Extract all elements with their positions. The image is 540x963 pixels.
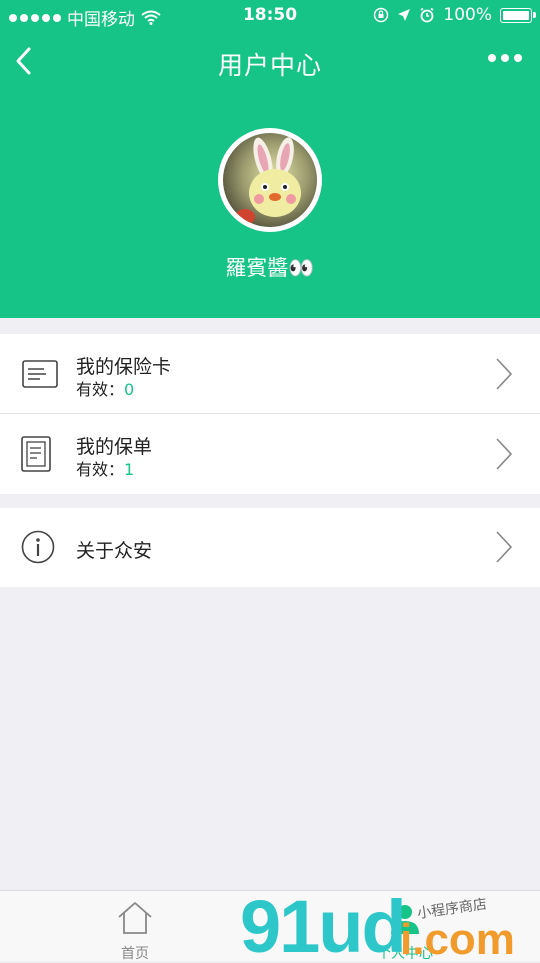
home-icon xyxy=(118,902,152,934)
chevron-right-icon xyxy=(496,531,513,563)
page-title: 用户中心 xyxy=(217,51,322,80)
rotation-lock-icon xyxy=(374,7,389,23)
menu-item-status: 有效：0 xyxy=(76,380,135,399)
list-item-about[interactable]: 关于众安 xyxy=(0,508,540,587)
more-icon[interactable] xyxy=(488,54,522,62)
battery-label: 100% xyxy=(443,5,492,25)
menu-item-title: 关于众安 xyxy=(76,540,153,562)
location-icon xyxy=(398,9,411,21)
menu-item-title: 我的保险卡 xyxy=(76,356,172,378)
status-right: 100% xyxy=(373,5,536,25)
menu-card: 我的保险卡 有效：0 我的保单 有效：1 xyxy=(0,334,540,494)
battery-icon xyxy=(500,7,536,23)
avatar-image xyxy=(223,133,317,227)
tab-profile[interactable]: 个人中心 xyxy=(270,891,540,962)
tab-bar: 首页 个人中心 xyxy=(0,890,540,962)
info-icon xyxy=(21,530,55,564)
tab-label: 首页 xyxy=(121,946,149,962)
list-item-insurance-card[interactable]: 我的保险卡 有效：0 xyxy=(0,334,540,414)
menu-item-title: 我的保单 xyxy=(76,436,153,458)
count-value: 0 xyxy=(124,380,135,399)
alarm-icon xyxy=(420,7,434,23)
profile-header: 用户中心 羅賓醬👀 xyxy=(0,30,540,318)
tab-label: 个人中心 xyxy=(377,946,433,962)
tab-home[interactable]: 首页 xyxy=(0,891,270,962)
status-bar: 中国移动 18:50 100% xyxy=(0,0,540,30)
list-item-policy[interactable]: 我的保单 有效：1 xyxy=(0,414,540,494)
user-icon xyxy=(391,905,419,934)
document-icon xyxy=(21,436,51,472)
menu-item-status: 有效：1 xyxy=(76,460,135,479)
avatar[interactable] xyxy=(218,128,322,232)
count-value: 1 xyxy=(124,460,135,479)
username: 羅賓醬👀 xyxy=(225,256,315,280)
about-card: 关于众安 xyxy=(0,508,540,587)
chevron-right-icon xyxy=(496,358,513,390)
chevron-right-icon xyxy=(496,438,513,470)
card-icon xyxy=(22,360,58,388)
